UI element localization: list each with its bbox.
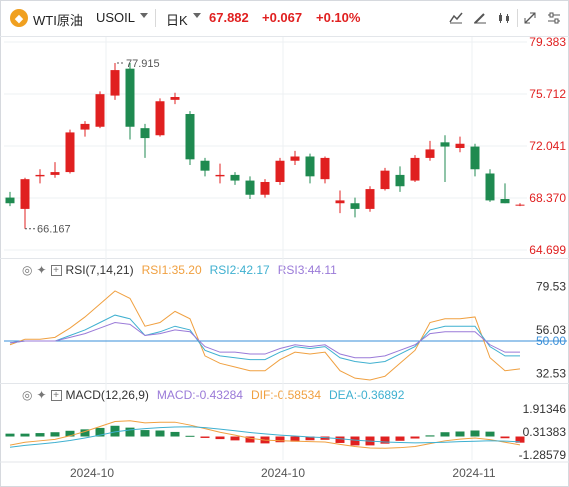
candle-body <box>200 160 210 171</box>
candle-body <box>35 174 45 177</box>
macd-histogram-bar <box>275 436 285 443</box>
price-axis-tick-label: 75.712 <box>529 87 566 101</box>
macd-histogram-bar <box>5 433 15 437</box>
macd-histogram-bar <box>155 430 165 437</box>
macd-histogram-bar <box>35 433 45 437</box>
candle-body <box>140 128 150 139</box>
price-axis-tick-label: 64.699 <box>529 243 566 257</box>
candle-body <box>50 172 60 175</box>
candle-body <box>425 149 435 158</box>
macd-histogram-bar <box>410 436 420 439</box>
chart-canvas[interactable]: 79.383 75.712 72.041 68.370 64.699 77.915 66.1… <box>0 0 569 487</box>
candle-body <box>395 174 405 187</box>
price-axis-tick-label: 68.370 <box>529 191 566 205</box>
rsi-series-line <box>9 321 520 359</box>
candle-body <box>170 97 180 100</box>
low-price-label: 66.167 <box>37 224 71 236</box>
rsi-axis-tick-label: 79.53 <box>536 279 566 293</box>
macd-histogram-bar <box>215 436 225 440</box>
candle-body <box>65 132 75 173</box>
candle-body <box>440 142 450 147</box>
candle-body <box>5 197 15 204</box>
candle-body <box>155 101 165 136</box>
macd-histogram-bar <box>185 435 195 437</box>
rsi-series-line <box>9 290 521 381</box>
candle-body <box>485 173 495 201</box>
rsi-reference-label: 50.00 <box>536 334 566 348</box>
candle-body <box>290 156 300 161</box>
macd-histogram-bar <box>425 435 435 437</box>
candle-body <box>320 157 330 180</box>
macd-histogram-bar <box>350 436 360 446</box>
macd-histogram-bar <box>170 431 180 437</box>
candle-body <box>515 204 525 206</box>
macd-histogram-bar <box>440 432 450 437</box>
macd-histogram-bar <box>455 431 465 437</box>
candle-body <box>335 200 345 204</box>
macd-histogram-bar <box>140 430 150 437</box>
candle-body <box>365 189 375 209</box>
macd-histogram-bar <box>200 436 210 438</box>
candle-body <box>350 203 360 209</box>
x-axis-tick-label: 2024-11 <box>452 466 495 480</box>
candle-body <box>305 156 315 177</box>
x-axis-tick-label: 2024-10 <box>70 466 114 480</box>
macd-axis-tick-label: -1.28579 <box>519 448 567 462</box>
candle-body <box>215 174 225 177</box>
candle-body <box>500 198 510 204</box>
candle-body <box>455 143 465 148</box>
rsi-axis-tick-label: 32.53 <box>536 366 566 380</box>
candle-body <box>245 180 255 195</box>
macd-histogram-bar <box>500 436 510 439</box>
macd-histogram-bar <box>380 436 390 444</box>
x-axis-tick-label: 2024-10 <box>261 466 305 480</box>
macd-histogram-bar <box>20 433 30 437</box>
candle-body <box>80 123 90 130</box>
candle-body <box>470 146 480 170</box>
macd-histogram-bar <box>50 432 60 437</box>
macd-histogram-bar <box>485 431 495 437</box>
candle-body <box>260 181 270 195</box>
price-axis-tick-label: 72.041 <box>529 139 566 153</box>
candle-body <box>275 160 285 182</box>
candle-body <box>110 70 120 96</box>
macd-histogram-bar <box>470 430 480 437</box>
macd-histogram-bar <box>335 436 345 443</box>
macd-axis-tick-label: 1.91346 <box>523 402 567 416</box>
macd-histogram-bar <box>125 427 135 437</box>
rsi-series-line <box>9 314 520 364</box>
candle-body <box>20 179 30 209</box>
candle-body <box>230 174 240 181</box>
candle-body <box>125 68 135 127</box>
macd-axis-tick-label: 0.31383 <box>523 425 567 439</box>
candle-body <box>185 114 195 160</box>
macd-histogram-bar <box>230 436 240 441</box>
candle-body <box>410 157 420 181</box>
macd-histogram-bar <box>395 436 405 441</box>
candle-body <box>380 170 390 190</box>
candle-body <box>95 94 105 127</box>
high-price-label: 77.915 <box>126 58 160 70</box>
price-axis-tick-label: 79.383 <box>529 35 566 49</box>
